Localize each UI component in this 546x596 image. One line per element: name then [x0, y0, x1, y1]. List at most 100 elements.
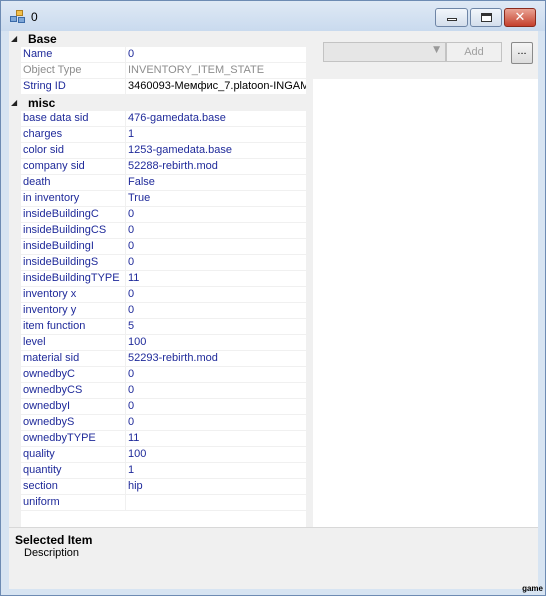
- property-name: in inventory: [21, 191, 126, 207]
- property-row[interactable]: company sid 52288-rebirth.mod: [21, 159, 306, 175]
- category-0[interactable]: ◢ Base: [9, 31, 306, 47]
- property-value[interactable]: 1: [127, 463, 306, 479]
- property-value[interactable]: 0: [127, 399, 306, 415]
- property-row[interactable]: in inventory True: [21, 191, 306, 207]
- property-row[interactable]: quantity 1: [21, 463, 306, 479]
- property-row[interactable]: insideBuildingC 0: [21, 207, 306, 223]
- property-value[interactable]: 3460093-Мемфис_7.platoon-INGAM: [127, 79, 306, 95]
- property-row[interactable]: level 100: [21, 335, 306, 351]
- property-row[interactable]: insideBuildingS 0: [21, 255, 306, 271]
- property-name: insideBuildingCS: [21, 223, 126, 239]
- property-row[interactable]: section hip: [21, 479, 306, 495]
- property-value[interactable]: 11: [127, 431, 306, 447]
- property-row[interactable]: ownedbyTYPE 11: [21, 431, 306, 447]
- property-value[interactable]: 100: [127, 447, 306, 463]
- property-name: section: [21, 479, 126, 495]
- property-row[interactable]: charges 1: [21, 127, 306, 143]
- minimize-icon: [447, 18, 457, 21]
- property-row[interactable]: ownedbyCS 0: [21, 383, 306, 399]
- property-row[interactable]: uniform: [21, 495, 306, 511]
- property-value[interactable]: 0: [127, 239, 306, 255]
- property-grid[interactable]: ◢ Base Name 0 Object Type INVENTORY_ITEM_STAT…: [9, 31, 306, 527]
- add-button[interactable]: Add: [446, 42, 502, 62]
- property-name: base data sid: [21, 111, 126, 127]
- property-row[interactable]: inventory x0: [21, 287, 306, 303]
- property-name: level: [21, 335, 126, 351]
- property-row[interactable]: item function 5: [21, 319, 306, 335]
- close-icon: ✕: [514, 10, 526, 25]
- property-value[interactable]: 1253-gamedata.base: [127, 143, 306, 159]
- property-row[interactable]: insideBuildingTYPE 11: [21, 271, 306, 287]
- property-name: quantity: [21, 463, 126, 479]
- property-name: inventory y: [21, 303, 126, 319]
- property-row[interactable]: ownedbyI 0: [21, 399, 306, 415]
- property-value[interactable]: 52288-rebirth.mod: [127, 159, 306, 175]
- property-value[interactable]: 0: [127, 255, 306, 271]
- property-row[interactable]: ownedbyC 0: [21, 367, 306, 383]
- property-row[interactable]: ownedbyS 0: [21, 415, 306, 431]
- property-value[interactable]: 0: [127, 303, 306, 319]
- property-name: ownedbyC: [21, 367, 126, 383]
- property-name: insideBuildingC: [21, 207, 126, 223]
- property-value[interactable]: 0: [127, 47, 306, 63]
- client-area: ◢ Base Name 0 Object Type INVENTORY_ITEM_STAT…: [9, 31, 538, 589]
- property-row[interactable]: insideBuildingCS 0: [21, 223, 306, 239]
- property-row[interactable]: inventory y0: [21, 303, 306, 319]
- property-value[interactable]: [127, 495, 306, 511]
- property-value[interactable]: 0: [127, 287, 306, 303]
- property-name: Object Type: [21, 63, 126, 79]
- property-value[interactable]: 0: [127, 383, 306, 399]
- property-name: insideBuildingTYPE: [21, 271, 126, 287]
- category-1[interactable]: ◢ misc: [9, 95, 306, 111]
- property-value[interactable]: INVENTORY_ITEM_STATE: [127, 63, 306, 79]
- property-row[interactable]: Name 0: [21, 47, 306, 63]
- property-name: charges: [21, 127, 126, 143]
- collapse-icon[interactable]: ◢: [11, 97, 21, 109]
- property-row[interactable]: insideBuildingI 0: [21, 239, 306, 255]
- property-value[interactable]: 0: [127, 367, 306, 383]
- item-type-dropdown[interactable]: ▼: [323, 42, 446, 62]
- chevron-down-icon: ▼: [433, 45, 440, 55]
- maximize-button[interactable]: [470, 8, 502, 27]
- property-value[interactable]: 476-gamedata.base: [127, 111, 306, 127]
- property-value[interactable]: 1: [127, 127, 306, 143]
- property-value[interactable]: 0: [127, 207, 306, 223]
- property-row[interactable]: String ID 3460093-Мемфис_7.platoon-INGAM: [21, 79, 306, 95]
- property-value[interactable]: 0: [127, 223, 306, 239]
- item-list-panel[interactable]: [313, 79, 538, 527]
- property-row[interactable]: Object Type INVENTORY_ITEM_STATE: [21, 63, 306, 79]
- property-value[interactable]: 100: [127, 335, 306, 351]
- property-name: ownedbyI: [21, 399, 126, 415]
- property-value[interactable]: False: [127, 175, 306, 191]
- property-name: inventory x: [21, 287, 126, 303]
- property-name: ownedbyCS: [21, 383, 126, 399]
- collapse-icon[interactable]: ◢: [11, 33, 21, 45]
- property-row[interactable]: quality 100: [21, 447, 306, 463]
- app-icon: [10, 10, 26, 24]
- property-name: color sid: [21, 143, 126, 159]
- watermark: game: [522, 584, 543, 593]
- property-row[interactable]: color sid 1253-gamedata.base: [21, 143, 306, 159]
- close-button[interactable]: ✕: [504, 8, 536, 27]
- window-title: 0: [31, 10, 38, 24]
- category-label: Base: [28, 32, 57, 46]
- property-name: insideBuildingS: [21, 255, 126, 271]
- property-name: insideBuildingI: [21, 239, 126, 255]
- property-value[interactable]: 5: [127, 319, 306, 335]
- more-button[interactable]: ...: [511, 42, 533, 64]
- property-value[interactable]: 11: [127, 271, 306, 287]
- property-row[interactable]: base data sid 476-gamedata.base: [21, 111, 306, 127]
- property-name: company sid: [21, 159, 126, 175]
- minimize-button[interactable]: [435, 8, 468, 27]
- help-pane: Selected Item Description: [9, 527, 538, 589]
- property-value[interactable]: hip: [127, 479, 306, 495]
- property-value[interactable]: 0: [127, 415, 306, 431]
- title-bar[interactable]: 0 ✕: [1, 1, 545, 31]
- property-name: uniform: [21, 495, 126, 511]
- property-value[interactable]: 52293-rebirth.mod: [127, 351, 306, 367]
- property-value[interactable]: True: [127, 191, 306, 207]
- property-row[interactable]: death False: [21, 175, 306, 191]
- property-row[interactable]: material sid 52293-rebirth.mod: [21, 351, 306, 367]
- property-name: String ID: [21, 79, 126, 95]
- category-label: misc: [28, 96, 56, 110]
